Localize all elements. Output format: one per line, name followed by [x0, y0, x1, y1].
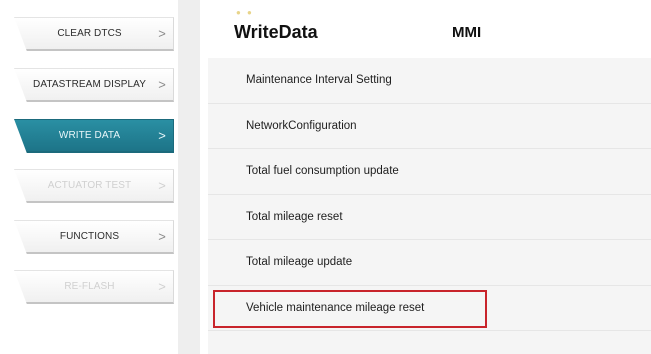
list-item-selected[interactable]: Vehicle maintenance mileage reset [208, 285, 651, 331]
chevron-right-icon: > [158, 77, 166, 92]
chevron-right-icon: > [158, 128, 166, 143]
main-panel: ● ● WriteData MMI Maintenance Interval S… [200, 0, 651, 354]
list-item[interactable]: Maintenance Interval Setting [208, 58, 651, 104]
sidebar-item-re-flash[interactable]: RE-FLASH > [14, 270, 174, 304]
sidebar-item-label: FUNCTIONS [59, 231, 120, 242]
list-item-label: Total fuel consumption update [246, 165, 399, 178]
sidebar-item-label: ACTUATOR TEST [47, 180, 132, 191]
chevron-right-icon: > [158, 26, 166, 41]
sidebar-item-label: WRITE DATA [58, 130, 121, 141]
list-item-partial[interactable] [208, 331, 651, 354]
list-item-label: Vehicle maintenance mileage reset [246, 301, 425, 314]
sidebar-item-label: RE-FLASH [64, 281, 115, 292]
sidebar-item-clear-dtcs[interactable]: CLEAR DTCS > [14, 17, 174, 51]
module-name: MMI [452, 24, 482, 41]
chevron-right-icon: > [158, 229, 166, 244]
sidebar-item-functions[interactable]: FUNCTIONS > [14, 220, 174, 254]
list-item-label: Total mileage reset [246, 210, 343, 223]
screen: CLEAR DTCS > DATASTREAM DISPLAY > WRITE … [0, 0, 651, 354]
sidebar-item-datastream-display[interactable]: DATASTREAM DISPLAY > [14, 68, 174, 102]
panel-divider [178, 0, 200, 354]
chevron-right-icon: > [158, 178, 166, 193]
sidebar-item-write-data[interactable]: WRITE DATA > [14, 119, 174, 153]
sidebar-item-label: DATASTREAM DISPLAY [33, 79, 146, 90]
list-item-label: Maintenance Interval Setting [246, 74, 392, 87]
page-title: WriteData [234, 22, 318, 42]
list-item[interactable]: Total mileage update [208, 240, 651, 286]
list-item-label: NetworkConfiguration [246, 119, 357, 132]
sidebar-item-label: CLEAR DTCS [57, 28, 122, 39]
list-item[interactable]: Total fuel consumption update [208, 149, 651, 195]
loading-dots-icon: ● ● [236, 8, 254, 17]
sidebar-item-actuator-test[interactable]: ACTUATOR TEST > [14, 169, 174, 203]
list-item[interactable]: NetworkConfiguration [208, 103, 651, 149]
sidebar: CLEAR DTCS > DATASTREAM DISPLAY > WRITE … [0, 0, 178, 354]
list-item-label: Total mileage update [246, 256, 353, 269]
write-data-list: Maintenance Interval Setting NetworkConf… [208, 58, 651, 354]
chevron-right-icon: > [158, 279, 166, 294]
list-item[interactable]: Total mileage reset [208, 194, 651, 240]
